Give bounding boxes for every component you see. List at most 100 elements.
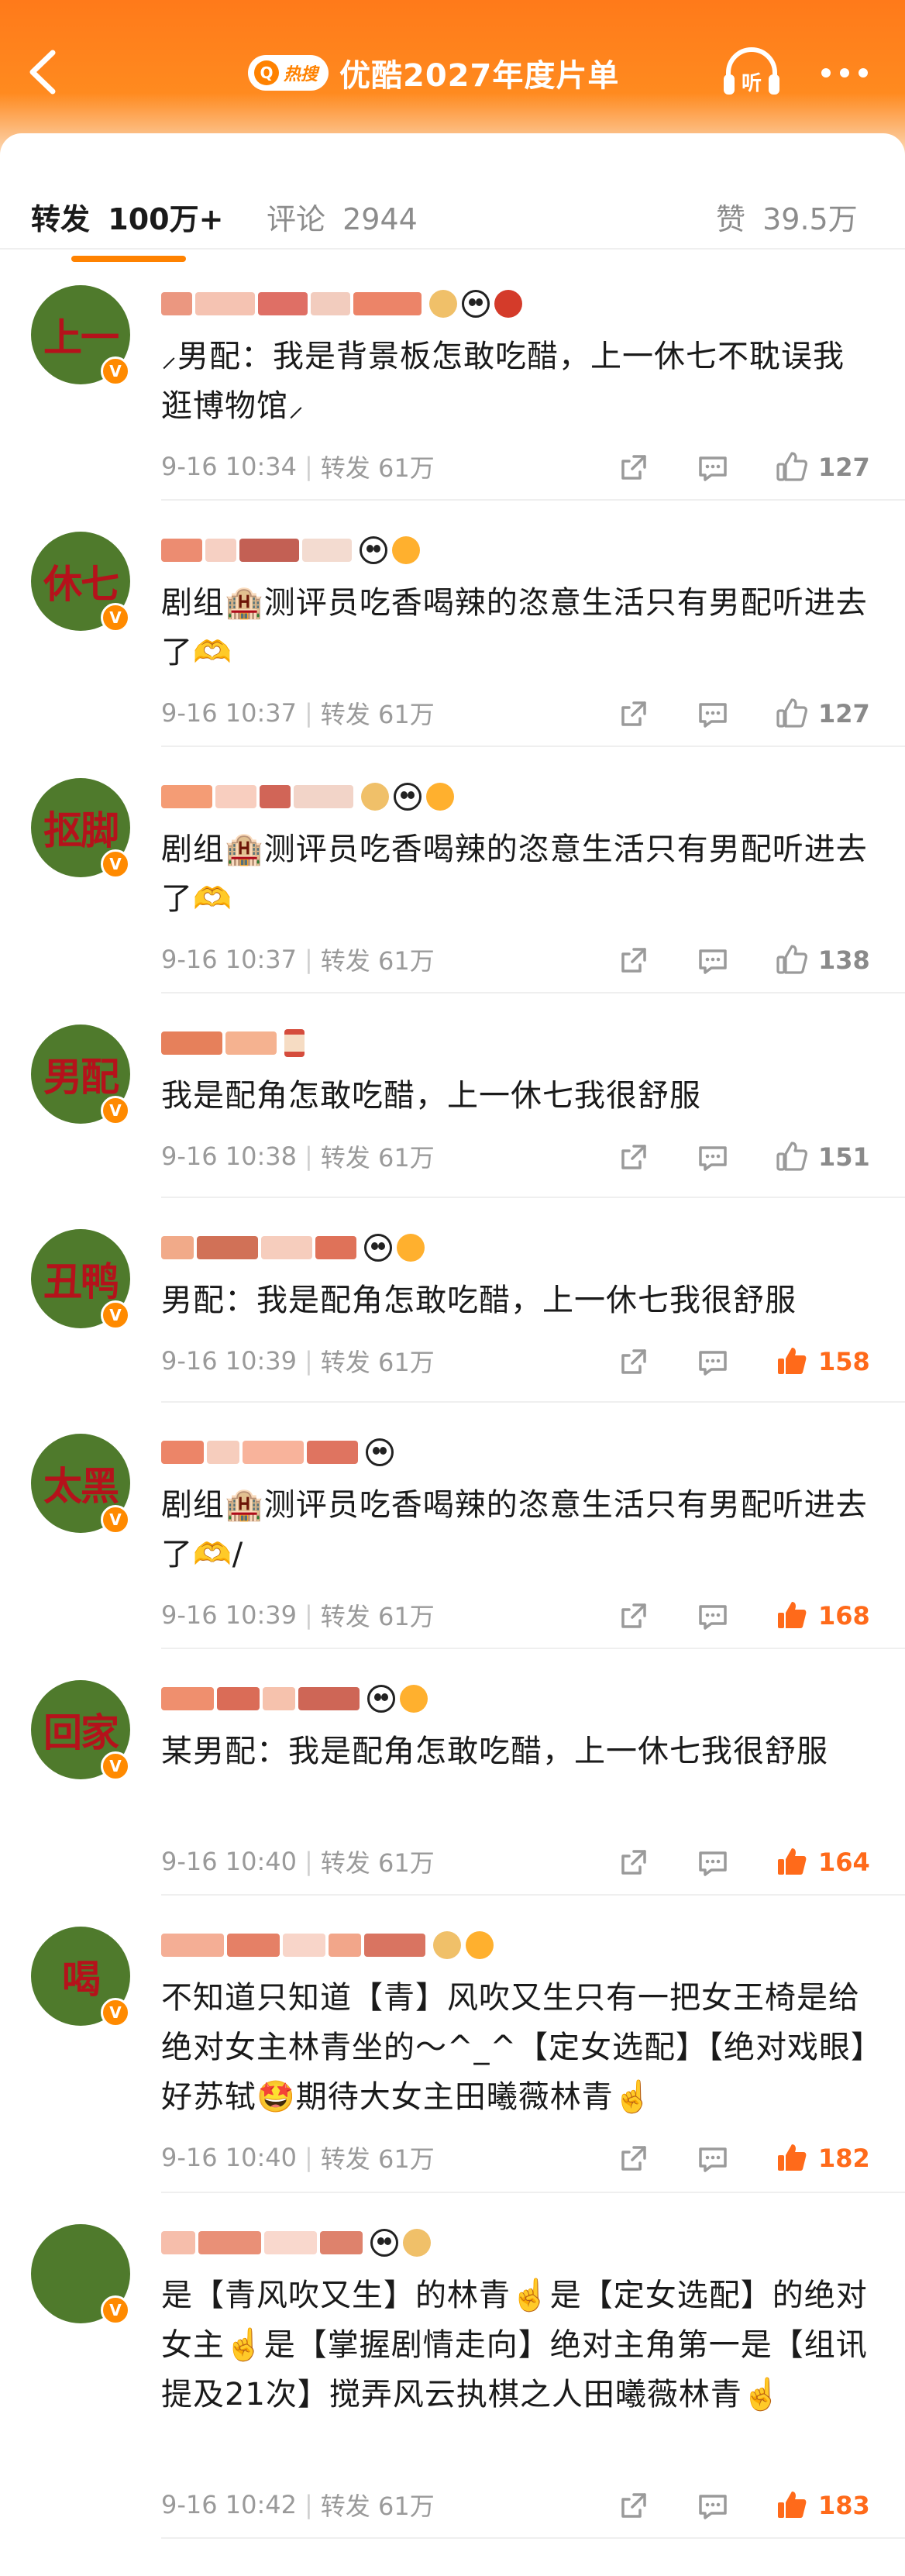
share-button[interactable] bbox=[617, 1596, 651, 1635]
comment-actions: 182 bbox=[0, 2139, 905, 2178]
reply-button[interactable] bbox=[696, 941, 730, 980]
username-blur bbox=[161, 785, 212, 808]
comment-item[interactable]: 太黑 V 剧组🏨测评员吃香喝辣的恣意生活只有男配听进去了🫶/ 9-16 10:3… bbox=[0, 1403, 905, 1649]
face-emoji-icon bbox=[433, 1931, 461, 1959]
username[interactable] bbox=[161, 1437, 394, 1468]
listen-button[interactable]: 听 bbox=[721, 43, 783, 99]
reply-button[interactable] bbox=[696, 694, 730, 733]
tab-like-count: 39.5万 bbox=[762, 202, 858, 236]
like-button[interactable]: 164 bbox=[775, 1843, 870, 1882]
comment-item[interactable]: V 是【青风吹又生】的林青☝️是【定女选配】的绝对女主☝️是【掌握剧情走向】绝对… bbox=[0, 2193, 905, 2539]
like-count: 168 bbox=[818, 1601, 870, 1631]
reply-button[interactable] bbox=[696, 1342, 730, 1381]
top-bar: Q 热搜 优酷2027年度片单 听 bbox=[0, 0, 905, 155]
avatar[interactable]: V bbox=[31, 2224, 130, 2325]
more-button[interactable] bbox=[814, 57, 876, 88]
chevron-left-icon bbox=[29, 50, 56, 95]
tab-comment-count: 2944 bbox=[342, 202, 418, 236]
username[interactable] bbox=[161, 535, 420, 566]
share-icon bbox=[621, 1850, 646, 1875]
username-blur bbox=[353, 292, 422, 315]
tab-comment-label: 评论 bbox=[267, 202, 326, 236]
username-blur bbox=[161, 1236, 194, 1259]
more-dots-icon bbox=[821, 68, 831, 77]
verified-badge-icon: V bbox=[101, 1505, 130, 1534]
avatar[interactable]: 回家 V bbox=[31, 1680, 130, 1781]
username-blur bbox=[307, 1441, 358, 1464]
username[interactable] bbox=[161, 1930, 494, 1961]
verified-badge-icon: V bbox=[101, 1998, 130, 2027]
comment-icon bbox=[699, 2147, 727, 2172]
share-button[interactable] bbox=[617, 2139, 651, 2178]
fish-emoji-icon bbox=[392, 536, 420, 564]
tab-like[interactable]: 赞 39.5万 bbox=[716, 195, 858, 238]
share-button[interactable] bbox=[617, 2486, 651, 2525]
share-button[interactable] bbox=[617, 694, 651, 733]
share-button[interactable] bbox=[617, 941, 651, 980]
comment-item[interactable]: 上一 V ⸝男配：我是背景板怎敢吃醋，上一休七不耽误我逛博物馆⸝ 9-16 10… bbox=[0, 254, 905, 501]
reply-button[interactable] bbox=[696, 448, 730, 487]
verified-badge-icon: V bbox=[101, 1096, 130, 1125]
reply-button[interactable] bbox=[696, 2139, 730, 2178]
like-count: 127 bbox=[818, 699, 870, 728]
reply-button[interactable] bbox=[696, 2486, 730, 2525]
username[interactable] bbox=[161, 1232, 425, 1263]
share-button[interactable] bbox=[617, 448, 651, 487]
reply-button[interactable] bbox=[696, 1596, 730, 1635]
comment-item[interactable]: 抠脚 V 剧组🏨测评员吃香喝辣的恣意生活只有男配听进去了🫶 9-16 10:37… bbox=[0, 747, 905, 994]
reply-button[interactable] bbox=[696, 1843, 730, 1882]
avatar[interactable]: 休七 V bbox=[31, 532, 130, 632]
username[interactable] bbox=[161, 288, 522, 319]
username-blur bbox=[315, 1236, 356, 1259]
share-button[interactable] bbox=[617, 1342, 651, 1381]
title-group: Q 热搜 优酷2027年度片单 bbox=[248, 50, 619, 96]
comment-item[interactable]: 回家 V 某男配：我是配角怎敢吃醋，上一休七我很舒服 9-16 10:40 | … bbox=[0, 1649, 905, 1896]
like-button[interactable]: 158 bbox=[775, 1342, 870, 1381]
avatar[interactable]: 男配 V bbox=[31, 1025, 130, 1125]
verified-badge-icon: V bbox=[101, 1300, 130, 1330]
comment-icon bbox=[699, 1146, 727, 1171]
like-button[interactable]: 138 bbox=[775, 941, 870, 980]
username[interactable] bbox=[161, 1028, 305, 1059]
rooster-emoji-icon bbox=[494, 290, 522, 318]
comment-icon bbox=[699, 2495, 727, 2519]
comment-text: 不知道只知道【青】风吹又生只有一把女王椅是给绝对女主林青坐的～^_^【定女选配】… bbox=[161, 1980, 868, 2115]
comment-text: ⸝男配：我是背景板怎敢吃醋，上一休七不耽误我逛博物馆⸝ bbox=[161, 339, 845, 424]
share-icon bbox=[621, 2493, 646, 2518]
like-button[interactable]: 168 bbox=[775, 1596, 870, 1635]
like-button[interactable]: 183 bbox=[775, 2486, 870, 2525]
share-icon bbox=[621, 1603, 646, 1628]
username-blur bbox=[161, 1441, 204, 1464]
tab-repost[interactable]: 转发 100万+ bbox=[31, 195, 223, 238]
back-button[interactable] bbox=[20, 45, 67, 99]
like-button[interactable]: 127 bbox=[775, 448, 870, 487]
share-button[interactable] bbox=[617, 1843, 651, 1882]
hot-search-badge[interactable]: Q 热搜 bbox=[248, 55, 329, 91]
avatar[interactable]: 喝 V bbox=[31, 1927, 130, 2027]
like-button[interactable]: 127 bbox=[775, 694, 870, 733]
username[interactable] bbox=[161, 781, 454, 812]
avatar[interactable]: 抠脚 V bbox=[31, 778, 130, 879]
tab-comment[interactable]: 评论 2944 bbox=[267, 195, 418, 238]
like-icon bbox=[776, 1142, 807, 1171]
username[interactable] bbox=[161, 1683, 428, 1714]
username-blur bbox=[264, 2231, 317, 2254]
comment-item[interactable]: 喝 V 不知道只知道【青】风吹又生只有一把女王椅是给绝对女主林青坐的～^_^【定… bbox=[0, 1896, 905, 2193]
like-button[interactable]: 151 bbox=[775, 1138, 870, 1176]
comment-item[interactable]: 丑鸭 V 男配：我是配角怎敢吃醋，上一休七我很舒服 9-16 10:39 | 转… bbox=[0, 1198, 905, 1403]
verified-badge-icon: V bbox=[101, 1751, 130, 1781]
like-button[interactable]: 182 bbox=[775, 2139, 870, 2178]
username[interactable] bbox=[161, 2227, 431, 2258]
avatar[interactable]: 太黑 V bbox=[31, 1434, 130, 1534]
panda-emoji-icon bbox=[360, 536, 387, 564]
comment-actions: 168 bbox=[0, 1596, 905, 1635]
username-blur bbox=[217, 1687, 260, 1710]
comment-text: 剧组🏨测评员吃香喝辣的恣意生活只有男配听进去了🫶/ bbox=[161, 1487, 868, 1572]
reply-button[interactable] bbox=[696, 1138, 730, 1176]
comment-item[interactable]: 男配 V 我是配角怎敢吃醋，上一休七我很舒服 9-16 10:38 | 转发 6… bbox=[0, 994, 905, 1198]
like-icon bbox=[778, 2144, 807, 2171]
share-button[interactable] bbox=[617, 1138, 651, 1176]
avatar[interactable]: 丑鸭 V bbox=[31, 1229, 130, 1330]
comment-item[interactable]: 休七 V 剧组🏨测评员吃香喝辣的恣意生活只有男配听进去了🫶 9-16 10:37… bbox=[0, 501, 905, 747]
avatar[interactable]: 上一 V bbox=[31, 285, 130, 386]
